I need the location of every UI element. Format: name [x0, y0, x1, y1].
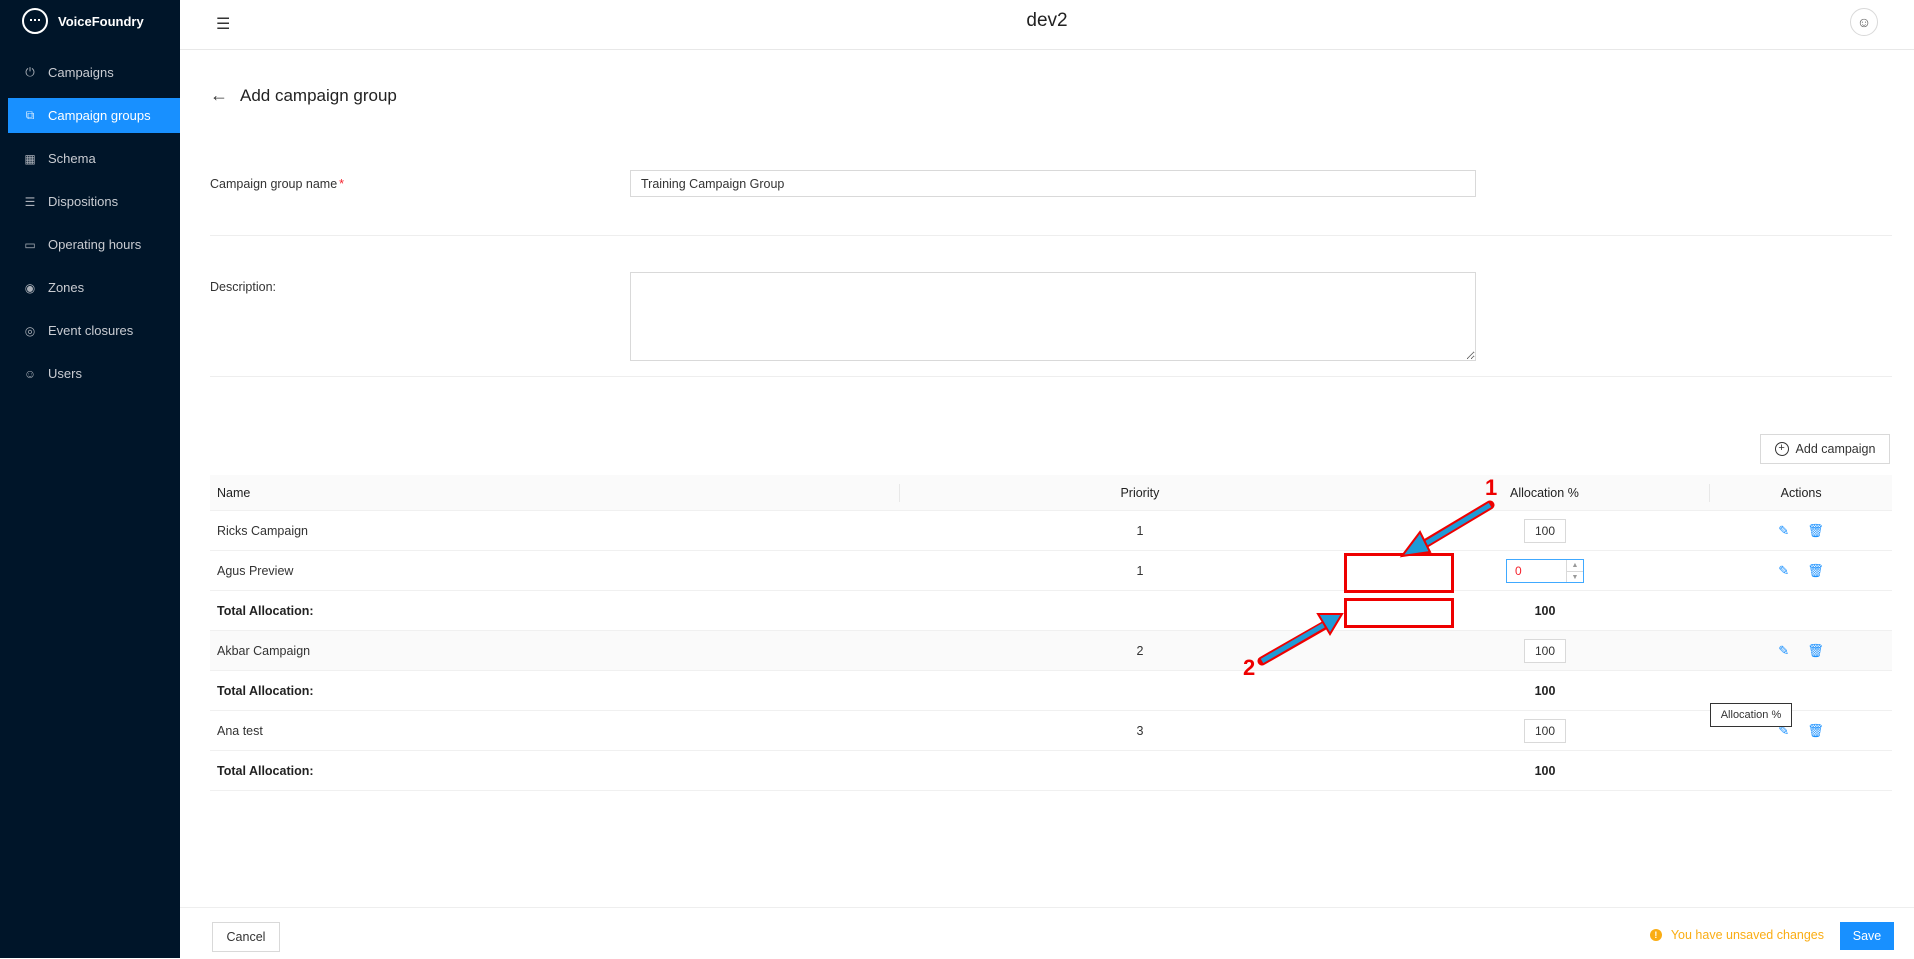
unsaved-text: You have unsaved changes	[1670, 928, 1824, 942]
form-footer: Cancel ! You have unsaved changes Save	[180, 907, 1914, 959]
unsaved-changes-warning: ! You have unsaved changes	[1649, 928, 1824, 942]
annotation-arrow-2-fill	[1260, 622, 1326, 664]
annotation-arrowhead-1	[1399, 530, 1432, 558]
save-button[interactable]: Save	[1840, 922, 1894, 950]
annotation-arrow-1-fill	[1418, 502, 1492, 550]
cancel-button[interactable]: Cancel	[212, 922, 280, 952]
annotation-arrows	[1257, 500, 1495, 666]
warning-icon: !	[1649, 929, 1662, 941]
